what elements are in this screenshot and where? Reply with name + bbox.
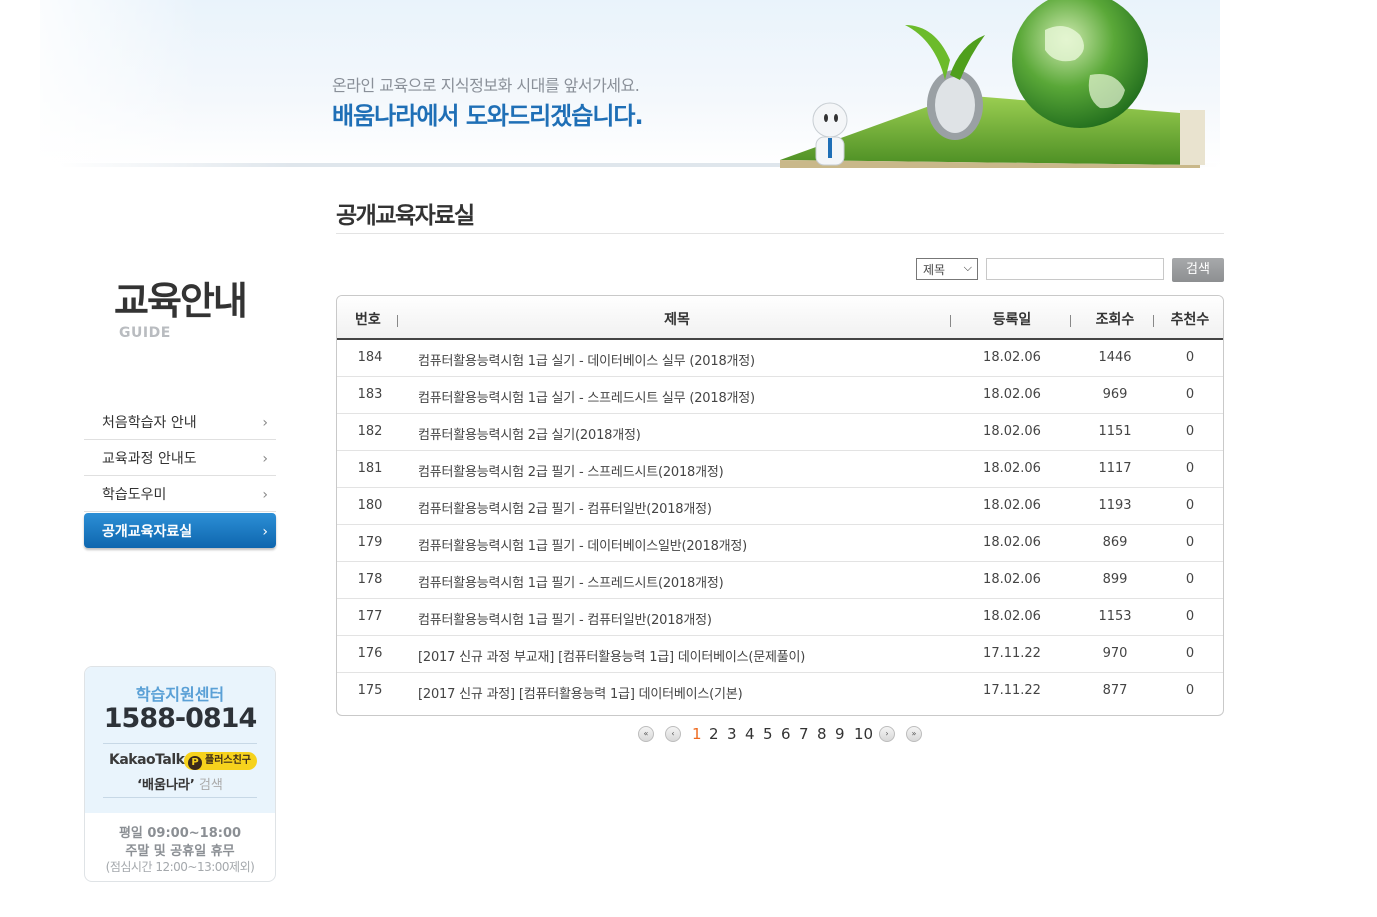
page-link-9[interactable]: 9 bbox=[835, 725, 845, 743]
top-banner: 온라인 교육으로 지식정보화 시대를 앞서가세요. 배움나라에서 도와드리겠습니… bbox=[0, 0, 1377, 172]
kakao-plus-friend-badge[interactable]: P 플러스친구 bbox=[184, 752, 257, 770]
page-link-4[interactable]: 4 bbox=[745, 725, 755, 743]
table-row: 176 [2017 신규 과정 부교재] [컴퓨터활용능력 1급] 데이터베이스… bbox=[337, 636, 1223, 673]
support-center-box: 학습지원센터 1588-0814 KakaoTalk P 플러스친구 ‘배움나라’… bbox=[84, 666, 276, 882]
header-date: 등록일 bbox=[992, 312, 1032, 328]
pagination: « ‹ 1 2 3 4 5 6 7 8 9 10 › » bbox=[636, 724, 936, 744]
search-input[interactable] bbox=[986, 258, 1164, 280]
sidebar-item-label: 교육과정 안내도 bbox=[102, 451, 197, 467]
page-link-10[interactable]: 10 bbox=[854, 725, 873, 743]
table-row: 175 [2017 신규 과정] [컴퓨터활용능력 1급] 데이터베이스(기본)… bbox=[357, 683, 1195, 702]
banner-tagline-large: 배움나라에서 도와드리겠습니다. bbox=[332, 102, 644, 130]
page-link-5[interactable]: 5 bbox=[763, 725, 773, 743]
table-row: 184 컴퓨터활용능력시험 1급 실기 - 데이터베이스 실무 (2018개정)… bbox=[337, 340, 1223, 377]
sidebar-item-first-learner[interactable]: 처음학습자 안내 › bbox=[84, 404, 276, 440]
divider bbox=[336, 233, 1224, 234]
table-row: 179 컴퓨터활용능력시험 1급 필기 - 데이터베이스일반(2018개정) 1… bbox=[337, 525, 1223, 562]
header-views: 조회수 bbox=[1095, 312, 1135, 328]
post-title-link[interactable]: 컴퓨터활용능력시험 1급 필기 - 컴퓨터일반(2018개정) bbox=[418, 609, 712, 628]
last-page-icon[interactable]: » bbox=[906, 726, 922, 742]
header-recommend: 추천수 bbox=[1170, 312, 1210, 328]
post-title-link[interactable]: [2017 신규 과정 부교재] [컴퓨터활용능력 1급] 데이터베이스(문제풀… bbox=[418, 646, 805, 665]
hours-weekend: 주말 및 공휴일 휴무 bbox=[125, 844, 235, 859]
table-row: 177 컴퓨터활용능력시험 1급 필기 - 컴퓨터일반(2018개정) 18.0… bbox=[337, 599, 1223, 636]
kakao-p-icon: P bbox=[188, 756, 202, 770]
hours-weekday: 평일 09:00~18:00 bbox=[118, 826, 242, 841]
support-title: 학습지원센터 bbox=[135, 685, 225, 704]
page-link-8[interactable]: 8 bbox=[817, 725, 827, 743]
table-header: 번호 제목 등록일 조회수 추천수 bbox=[337, 296, 1223, 340]
sidebar-item-course-guide[interactable]: 교육과정 안내도 › bbox=[84, 440, 276, 476]
page-link-2[interactable]: 2 bbox=[709, 725, 719, 743]
table-row: 178 컴퓨터활용능력시험 1급 필기 - 스프레드시트(2018개정) 18.… bbox=[337, 562, 1223, 599]
table-row: 181 컴퓨터활용능력시험 2급 필기 - 스프레드시트(2018개정) 18.… bbox=[337, 451, 1223, 488]
chevron-right-icon: › bbox=[262, 451, 268, 467]
table-row: 183 컴퓨터활용능력시험 1급 실기 - 스프레드시트 실무 (2018개정)… bbox=[337, 377, 1223, 414]
page-link-6[interactable]: 6 bbox=[781, 725, 791, 743]
globe-illustration bbox=[780, 0, 1205, 168]
chevron-right-icon: › bbox=[262, 415, 268, 431]
first-page-icon[interactable]: « bbox=[638, 726, 654, 742]
search-field-select[interactable]: 제목 ⌵ bbox=[916, 258, 978, 280]
post-title-link[interactable]: 컴퓨터활용능력시험 2급 필기 - 컴퓨터일반(2018개정) bbox=[418, 498, 712, 517]
table-row: 180 컴퓨터활용능력시험 2급 필기 - 컴퓨터일반(2018개정) 18.0… bbox=[337, 488, 1223, 525]
chevron-right-icon: › bbox=[262, 524, 268, 540]
table-row: 182 컴퓨터활용능력시험 2급 실기(2018개정) 18.02.06 115… bbox=[337, 414, 1223, 451]
chevron-down-icon: ⌵ bbox=[963, 261, 972, 274]
sidebar-item-open-archive[interactable]: 공개교육자료실 › bbox=[84, 513, 276, 548]
post-title-link[interactable]: [2017 신규 과정] [컴퓨터활용능력 1급] 데이터베이스(기본) bbox=[418, 683, 743, 702]
sidebar-item-label: 학습도우미 bbox=[102, 487, 167, 503]
sidebar-item-label: 공개교육자료실 bbox=[102, 524, 193, 540]
hours-lunch: (점심시간 12:00~13:00제외) bbox=[105, 860, 255, 874]
chevron-right-icon: › bbox=[262, 487, 268, 503]
post-title-link[interactable]: 컴퓨터활용능력시험 1급 필기 - 스프레드시트(2018개정) bbox=[418, 572, 724, 591]
next-page-icon[interactable]: › bbox=[879, 726, 895, 742]
page-link-1[interactable]: 1 bbox=[692, 725, 702, 743]
banner-tagline-small: 온라인 교육으로 지식정보화 시대를 앞서가세요. bbox=[332, 76, 640, 95]
search-button[interactable]: 검색 bbox=[1172, 258, 1224, 282]
header-no: 번호 bbox=[355, 312, 381, 328]
post-title-link[interactable]: 컴퓨터활용능력시험 1급 실기 - 스프레드시트 실무 (2018개정) bbox=[418, 387, 755, 406]
page-link-7[interactable]: 7 bbox=[799, 725, 809, 743]
post-title-link[interactable]: 컴퓨터활용능력시험 1급 실기 - 데이터베이스 실무 (2018개정) bbox=[418, 350, 755, 369]
post-title-link[interactable]: 컴퓨터활용능력시험 2급 필기 - 스프레드시트(2018개정) bbox=[418, 461, 724, 480]
page-link-3[interactable]: 3 bbox=[727, 725, 737, 743]
kakao-search-hint: ‘배움나라’ 검색 bbox=[137, 778, 223, 793]
page-title: 공개교육자료실 bbox=[336, 203, 475, 229]
support-phone: 1588-0814 bbox=[103, 703, 258, 734]
section-title: 교육안내 bbox=[114, 279, 248, 323]
sidebar-nav: 처음학습자 안내 › 교육과정 안내도 › 학습도우미 › 공개교육자료실 › bbox=[84, 404, 276, 548]
section-subtitle: GUIDE bbox=[119, 325, 171, 341]
post-title-link[interactable]: 컴퓨터활용능력시험 2급 실기(2018개정) bbox=[418, 424, 641, 443]
prev-page-icon[interactable]: ‹ bbox=[665, 726, 681, 742]
post-title-link[interactable]: 컴퓨터활용능력시험 1급 필기 - 데이터베이스일반(2018개정) bbox=[418, 535, 747, 554]
sidebar-item-study-helper[interactable]: 학습도우미 › bbox=[84, 476, 276, 512]
sidebar-item-label: 처음학습자 안내 bbox=[102, 415, 197, 431]
header-title: 제목 bbox=[664, 312, 690, 328]
kakao-label: KakaoTalk bbox=[109, 752, 185, 768]
archive-table: 번호 제목 등록일 조회수 추천수 184 컴퓨터활용능력시험 1급 실기 - … bbox=[336, 295, 1224, 716]
